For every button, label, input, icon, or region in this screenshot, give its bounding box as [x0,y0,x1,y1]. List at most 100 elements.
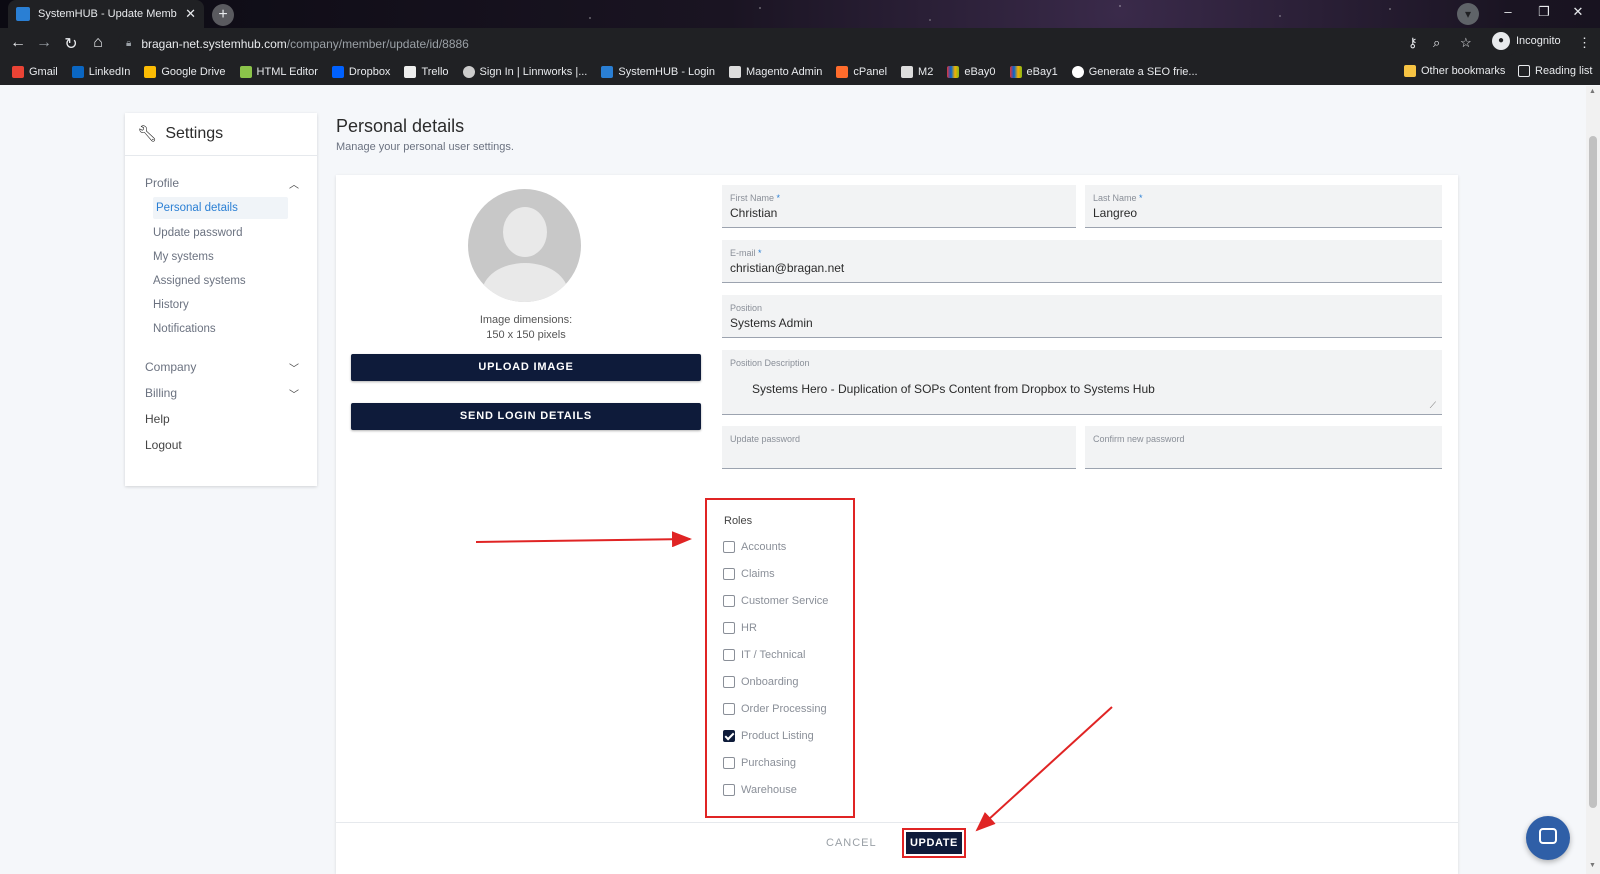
role-it-technical[interactable]: IT / Technical [723,649,805,661]
zoom-icon[interactable]: ⌕ [1433,35,1440,51]
checkbox[interactable] [723,568,735,580]
update-password-field[interactable]: Update password [722,426,1076,469]
avatar[interactable] [468,189,581,302]
checkbox[interactable] [723,757,735,769]
bookmark-magento-admin[interactable]: Magento Admin [728,66,822,78]
upload-image-button[interactable]: UPLOAD IMAGE [351,354,701,381]
chevron-down-icon[interactable]: ﹀ [289,386,299,401]
star-icon[interactable]: ☆ [1460,35,1472,51]
new-tab-icon[interactable]: + [212,4,234,26]
page-title: Personal details [336,116,465,136]
email-field[interactable]: E-mail * christian@bragan.net [722,240,1442,283]
sidebar-item-assigned-systems[interactable]: Assigned systems [153,275,246,287]
role-warehouse[interactable]: Warehouse [723,784,797,796]
cancel-button[interactable]: CANCEL [826,837,877,849]
send-login-details-button[interactable]: SEND LOGIN DETAILS [351,403,701,430]
page-scrollbar[interactable]: ▲ ▼ [1586,86,1600,874]
checkbox[interactable] [723,649,735,661]
reading-list[interactable]: Reading list [1518,65,1592,77]
m2-icon [901,66,914,78]
restore-icon[interactable]: ❐ [1534,4,1554,20]
scroll-up-icon[interactable]: ▲ [1589,88,1596,95]
position-value: Systems Admin [730,316,813,330]
role-accounts[interactable]: Accounts [723,541,786,553]
reload-icon[interactable]: ↻ [59,34,83,54]
sidebar-group-billing[interactable]: Billing [145,386,177,400]
menu-kebab-icon[interactable]: ⋮ [1578,35,1591,51]
bookmark-html-editor[interactable]: HTML Editor [239,66,318,78]
tab-search-icon[interactable]: ▾ [1457,3,1479,25]
role-purchasing[interactable]: Purchasing [723,757,796,769]
sidebar-item-logout[interactable]: Logout [145,438,182,452]
role-order-processing[interactable]: Order Processing [723,703,827,715]
chat-widget-button[interactable] [1526,816,1570,860]
chevron-up-icon[interactable]: ︿ [289,176,299,191]
checkbox[interactable] [723,622,735,634]
lock-icon: 🔒︎ [126,38,132,49]
last-name-field[interactable]: Last Name * Langreo [1085,185,1442,228]
other-bookmarks[interactable]: Other bookmarks [1404,65,1505,77]
checkbox[interactable] [723,676,735,688]
sidebar-group-company[interactable]: Company [145,360,196,374]
reading-list-icon [1518,65,1530,77]
address-toolbar: ← → ↻ ⌂ 🔒︎ bragan-net.systemhub.com/comp… [0,28,1600,59]
image-dims-line2: 150 x 150 pixels [486,329,566,341]
sidebar-item-my-systems[interactable]: My systems [153,251,214,263]
checkbox[interactable] [723,703,735,715]
browser-tab[interactable]: SystemHUB - Update Member ✕ [8,0,204,28]
bookmark-trello[interactable]: Trello [404,66,449,78]
position-label: Position [730,303,763,313]
minimize-icon[interactable]: – [1498,4,1518,19]
incognito-icon: ● [1492,32,1510,50]
incognito-indicator[interactable]: ● Incognito [1492,32,1561,50]
last-name-value: Langreo [1093,206,1138,220]
first-name-field[interactable]: First Name * Christian [722,185,1076,228]
update-password-label: Update password [730,434,801,444]
bookmark-linnworks[interactable]: Sign In | Linnworks |... [462,66,587,78]
avatar-body-shape [482,263,568,302]
linnworks-icon [462,66,475,78]
bookmark-linkedin[interactable]: LinkedIn [71,66,130,78]
sidebar-item-help[interactable]: Help [145,412,170,426]
confirm-password-field[interactable]: Confirm new password [1085,426,1442,469]
bookmark-google-drive[interactable]: Google Drive [144,66,226,78]
update-button[interactable]: UPDATE [906,832,962,854]
key-icon[interactable]: ⚷ [1408,35,1418,51]
sidebar-item-personal-details[interactable]: Personal details [153,197,288,219]
checkbox[interactable] [723,541,735,553]
scroll-down-icon[interactable]: ▼ [1589,862,1596,869]
role-onboarding[interactable]: Onboarding [723,676,799,688]
footer-divider [336,822,1458,823]
role-hr[interactable]: HR [723,622,757,634]
checkbox-checked[interactable] [723,730,735,742]
last-name-label: Last Name * [1093,193,1143,203]
bookmark-m2[interactable]: M2 [901,66,933,78]
close-window-icon[interactable]: ✕ [1568,4,1588,20]
url-bar[interactable]: 🔒︎ bragan-net.systemhub.com/company/memb… [118,31,1518,56]
bookmark-gmail[interactable]: Gmail [12,66,58,78]
bookmark-systemhub-login[interactable]: SystemHUB - Login [601,66,715,78]
home-icon[interactable]: ⌂ [86,34,110,52]
role-customer-service[interactable]: Customer Service [723,595,828,607]
tab-close-icon[interactable]: ✕ [185,6,196,22]
scroll-thumb[interactable] [1589,136,1597,808]
bookmark-cpanel[interactable]: cPanel [836,66,887,78]
bookmark-ebay1[interactable]: eBay1 [1009,66,1058,78]
role-claims[interactable]: Claims [723,568,775,580]
role-product-listing[interactable]: Product Listing [723,730,814,742]
checkbox[interactable] [723,595,735,607]
position-description-field[interactable]: Position Description Systems Hero - Dupl… [722,350,1442,415]
sidebar-item-update-password[interactable]: Update password [153,227,243,239]
sidebar-item-notifications[interactable]: Notifications [153,323,216,335]
bookmark-seo-generator[interactable]: Generate a SEO frie... [1071,66,1198,78]
position-field[interactable]: Position Systems Admin [722,295,1442,338]
back-icon[interactable]: ← [6,34,30,52]
sidebar-group-profile[interactable]: Profile [145,176,179,190]
resize-handle-icon[interactable]: ⟋ [1430,400,1436,411]
chevron-down-icon[interactable]: ﹀ [289,360,299,375]
sidebar-item-history[interactable]: History [153,299,189,311]
bookmark-dropbox[interactable]: Dropbox [331,66,390,78]
forward-icon[interactable]: → [32,34,56,52]
checkbox[interactable] [723,784,735,796]
bookmark-ebay0[interactable]: eBay0 [947,66,996,78]
